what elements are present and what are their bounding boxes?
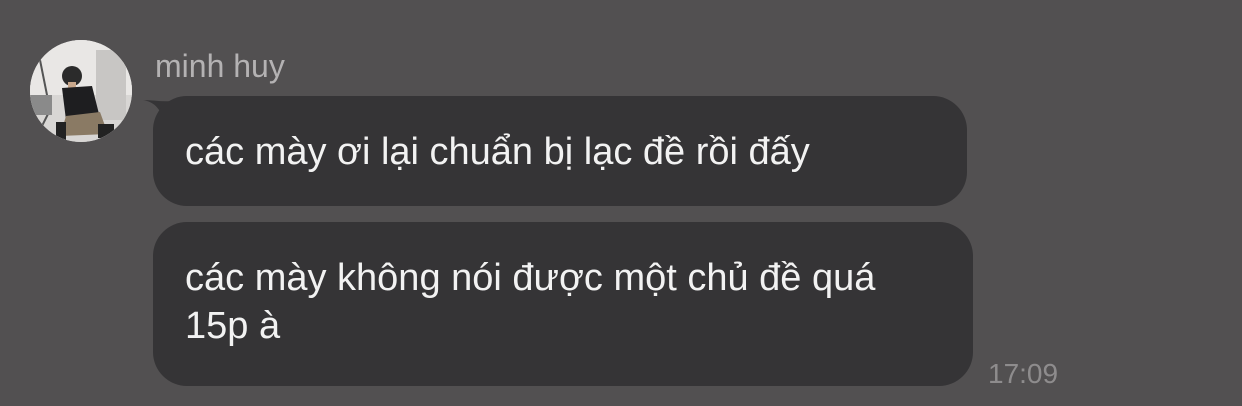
message-timestamp: 17:09 [988, 358, 1059, 389]
chat-thread: minh huy các mày ơi lại chuẩn bị lạc đề … [0, 0, 1242, 406]
message-bubble[interactable]: các mày ơi lại chuẩn bị lạc đề rồi đấy [153, 96, 967, 206]
user-photo-avatar-icon [30, 40, 132, 142]
message-bubble[interactable]: các mày không nói được một chủ đề quá 15… [153, 222, 973, 386]
sender-name: minh huy [155, 48, 285, 84]
sender-avatar[interactable] [30, 40, 132, 142]
